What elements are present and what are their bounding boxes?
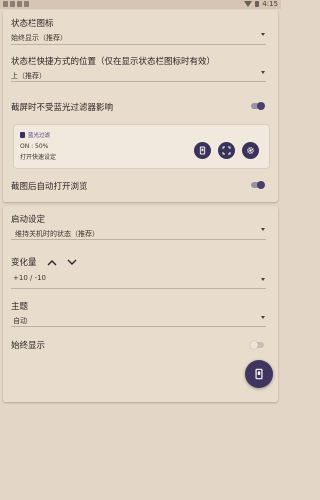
settings-button[interactable]	[242, 142, 259, 159]
notification-icon	[3, 1, 8, 7]
auto-open-label: 截图后自动打开浏览	[11, 182, 88, 192]
theme-value: 自动	[13, 317, 27, 325]
phone-icon	[199, 146, 206, 155]
fullscreen-icon	[222, 146, 231, 155]
status-icon-label: 状态栏图标	[11, 19, 54, 29]
startup-dropdown-arrow[interactable]	[261, 228, 265, 231]
toggle-knob	[257, 101, 265, 110]
chevron-down-icon[interactable]	[67, 259, 77, 266]
screenshot-unaffected-toggle[interactable]	[251, 101, 265, 110]
notification-widget-preview[interactable]: 蓝光过滤 ON : 50% 打开快速设定	[14, 125, 269, 168]
theme-dropdown-arrow[interactable]	[261, 316, 265, 319]
status-icon-setting[interactable]: 状态栏图标 始终显示（推荐）	[11, 17, 270, 47]
shortcut-position-value: 上（推荐）	[11, 72, 46, 80]
divider	[11, 44, 266, 45]
status-bar: 4:15	[0, 0, 281, 9]
settings-card-bottom: 启动设定 维持关机时的状态（推荐） 变化量 +10 / -10 主题 自动 始终…	[3, 206, 278, 402]
navigation-bar	[0, 473, 281, 500]
floating-action-button[interactable]	[245, 360, 273, 388]
variation-value[interactable]: +10 / -10	[11, 274, 270, 282]
widget-status: ON : 50%	[20, 143, 49, 150]
status-icon-dropdown-arrow[interactable]	[261, 33, 265, 36]
always-show-toggle[interactable]	[250, 340, 264, 349]
widget-app-name: 蓝光过滤	[28, 133, 51, 139]
theme-label: 主题	[11, 302, 29, 312]
notification-icon	[10, 1, 15, 7]
battery-icon	[255, 1, 260, 7]
clock: 4:15	[262, 0, 278, 8]
divider	[11, 239, 266, 240]
variation-header: 变化量	[11, 256, 270, 268]
chevron-up-icon[interactable]	[47, 259, 57, 266]
shortcut-position-label: 状态栏快捷方式的位置（仅在显示状态栏图标时有效）	[11, 57, 216, 67]
filter-toggle-button[interactable]	[194, 142, 211, 159]
app-icon	[20, 132, 25, 138]
divider	[11, 326, 266, 327]
notification-icon	[24, 1, 29, 7]
notification-icons	[3, 1, 29, 7]
widget-header: 蓝光过滤	[20, 131, 50, 139]
screenshot-unaffected-setting[interactable]: 截屏时不受蓝光过滤器影响	[11, 101, 270, 113]
startup-setting[interactable]: 启动设定 维持关机时的状态（推荐）	[11, 213, 270, 239]
notification-icon	[17, 1, 22, 7]
shortcut-position-dropdown-arrow[interactable]	[261, 71, 265, 74]
always-show-setting[interactable]: 始终显示	[11, 339, 270, 351]
widget-open-settings: 打开快速设定	[20, 154, 57, 161]
theme-setting[interactable]: 主题 自动	[11, 300, 270, 326]
settings-card-top: 状态栏图标 始终显示（推荐） 状态栏快捷方式的位置（仅在显示状态栏图标时有效） …	[3, 10, 278, 202]
always-show-label: 始终显示	[11, 341, 46, 351]
wifi-icon	[244, 1, 253, 7]
variation-dropdown-arrow[interactable]	[261, 278, 265, 281]
auto-open-toggle[interactable]	[251, 180, 265, 189]
gear-icon	[247, 147, 254, 154]
screenshot-unaffected-label: 截屏时不受蓝光过滤器影响	[11, 103, 114, 113]
screenshot-button[interactable]	[218, 142, 235, 159]
status-icon-value: 始终显示（推荐）	[11, 34, 67, 42]
toggle-knob	[250, 340, 258, 349]
startup-label: 启动设定	[11, 215, 46, 225]
variation-setting: 变化量 +10 / -10	[11, 256, 270, 286]
toggle-knob	[257, 180, 265, 189]
phone-icon	[255, 368, 263, 380]
divider	[11, 81, 266, 82]
startup-value: 维持关机时的状态（推荐）	[15, 230, 99, 238]
divider	[11, 288, 266, 289]
auto-open-setting[interactable]: 截图后自动打开浏览	[11, 180, 270, 192]
variation-label: 变化量	[11, 258, 37, 268]
status-right: 4:15	[244, 0, 278, 8]
